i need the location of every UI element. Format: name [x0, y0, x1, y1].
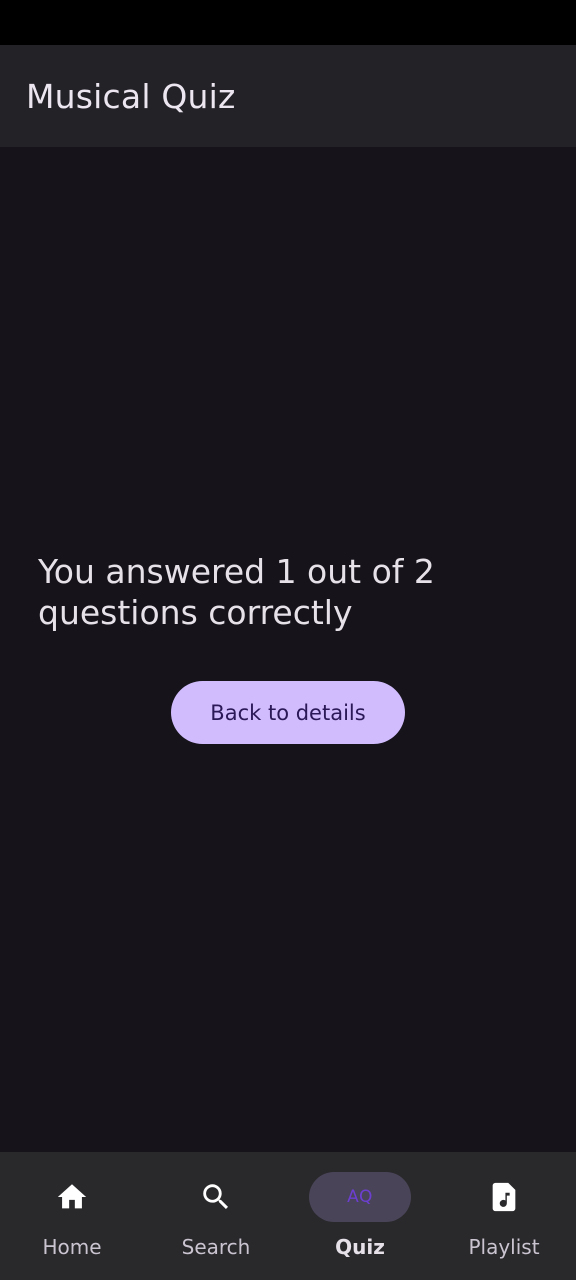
quiz-icon-text: AQ: [347, 1187, 373, 1207]
quiz-icon: AQ: [309, 1172, 411, 1222]
status-bar: [0, 0, 576, 45]
nav-label-home: Home: [42, 1235, 102, 1259]
nav-label-quiz: Quiz: [335, 1235, 385, 1259]
bottom-navigation: Home Search AQ Quiz Playlist: [0, 1152, 576, 1280]
nav-item-home[interactable]: Home: [0, 1152, 144, 1280]
nav-item-quiz[interactable]: AQ Quiz: [288, 1152, 432, 1280]
home-icon: [21, 1172, 123, 1222]
nav-item-search[interactable]: Search: [144, 1152, 288, 1280]
music-file-icon: [453, 1172, 555, 1222]
search-icon: [165, 1172, 267, 1222]
nav-label-playlist: Playlist: [468, 1235, 540, 1259]
app-bar: Musical Quiz: [0, 45, 576, 147]
result-message: You answered 1 out of 2 questions correc…: [38, 552, 435, 632]
quiz-result-screen: You answered 1 out of 2 questions correc…: [0, 147, 576, 1152]
app-title: Musical Quiz: [26, 76, 236, 116]
back-to-details-button[interactable]: Back to details: [171, 681, 405, 744]
nav-item-playlist[interactable]: Playlist: [432, 1152, 576, 1280]
nav-label-search: Search: [181, 1235, 251, 1259]
